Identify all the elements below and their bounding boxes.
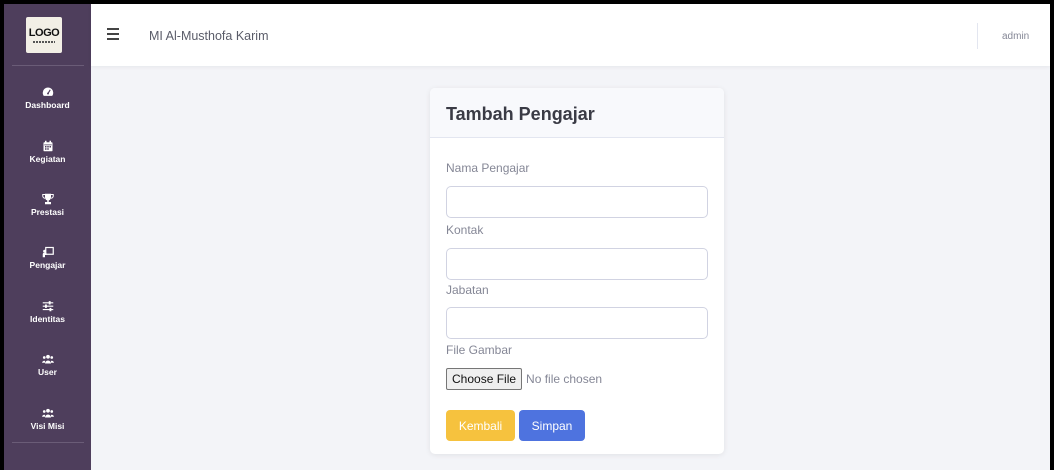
sidebar-item-label: Kegiatan xyxy=(29,154,66,164)
position-label: Jabatan xyxy=(446,283,489,297)
calendar-icon xyxy=(43,140,52,152)
sidebar-item-kegiatan[interactable]: Kegiatan xyxy=(4,140,91,164)
file-status-text: No file chosen xyxy=(526,372,603,386)
sidebar-item-label: Identitas xyxy=(30,314,65,324)
logo-text: LOGO xyxy=(28,26,60,39)
back-button[interactable]: Kembali xyxy=(446,410,515,441)
sidebar-item-identitas[interactable]: Identitas xyxy=(4,300,91,324)
sidebar-item-label: Pengajar xyxy=(29,260,66,270)
sidebar-item-pengajar[interactable]: Pengajar xyxy=(4,246,91,270)
card-title: Tambah Pengajar xyxy=(446,104,595,124)
sidebar-item-label: Dashboard xyxy=(25,100,70,110)
app-window: LOGO Dashboard Kegiatan Prestasi Pengaja… xyxy=(4,4,1050,470)
sidebar-item-label: User xyxy=(38,367,57,377)
teacher-name-label: Nama Pengajar xyxy=(446,161,530,175)
user-menu[interactable]: admin xyxy=(1002,31,1029,42)
users-icon xyxy=(41,354,54,364)
trophy-icon xyxy=(41,193,54,205)
image-file-label: File Gambar xyxy=(446,343,513,357)
tachometer-icon xyxy=(42,87,53,96)
brand-logo[interactable]: LOGO xyxy=(26,17,62,53)
topbar: MI Al-Musthofa Karim admin xyxy=(91,4,1050,66)
card-header: Tambah Pengajar xyxy=(430,88,724,138)
site-title: MI Al-Musthofa Karim xyxy=(149,29,269,43)
chalkboard-teacher-icon xyxy=(42,246,54,258)
image-file-input: Choose File No file chosen xyxy=(446,368,602,390)
sidebar-item-visi-misi[interactable]: Visi Misi xyxy=(4,407,91,431)
add-teacher-card: Tambah Pengajar Nama Pengajar Kontak Jab… xyxy=(430,88,724,454)
choose-file-button[interactable]: Choose File xyxy=(446,368,523,390)
menu-toggle-icon[interactable] xyxy=(107,28,119,40)
position-input[interactable] xyxy=(446,307,708,339)
teacher-name-input[interactable] xyxy=(446,186,708,218)
sidebar-divider xyxy=(12,442,84,443)
sidebar-divider xyxy=(12,65,84,66)
save-button[interactable]: Simpan xyxy=(519,410,585,441)
sidebar-item-user[interactable]: User xyxy=(4,353,91,377)
logo-tagline-mark xyxy=(33,40,55,43)
sidebar: LOGO Dashboard Kegiatan Prestasi Pengaja… xyxy=(4,4,91,470)
contact-input[interactable] xyxy=(446,248,708,280)
contact-label: Kontak xyxy=(446,223,484,237)
sidebar-item-label: Visi Misi xyxy=(30,421,65,431)
topbar-divider xyxy=(977,23,978,49)
sidebar-item-prestasi[interactable]: Prestasi xyxy=(4,193,91,217)
sidebar-item-dashboard[interactable]: Dashboard xyxy=(4,86,91,110)
sliders-icon xyxy=(42,301,53,312)
users-icon xyxy=(41,408,54,418)
sidebar-item-label: Prestasi xyxy=(30,207,65,217)
